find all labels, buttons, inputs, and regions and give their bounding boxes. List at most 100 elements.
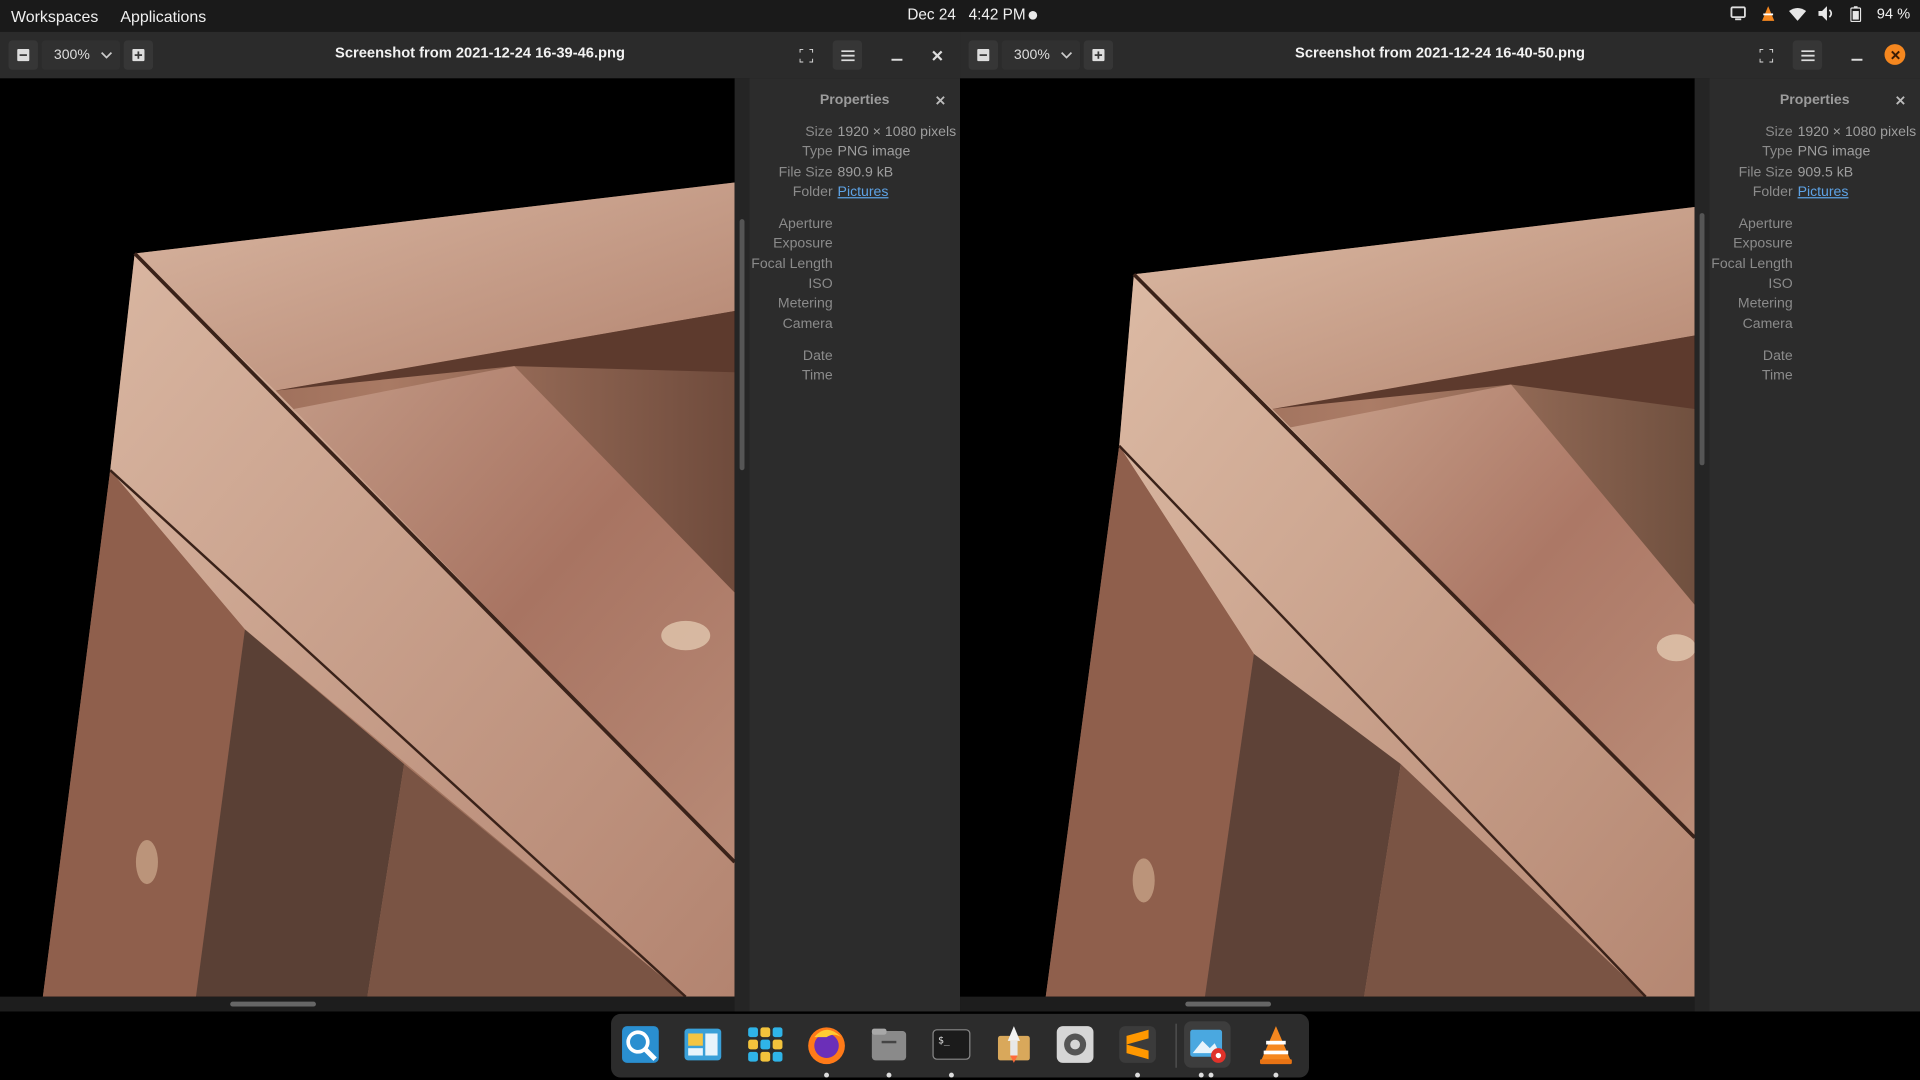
workspaces-menu[interactable]: Workspaces: [0, 7, 109, 25]
prop-file-size: File Size 909.5 kB: [1709, 165, 1920, 185]
fullscreen-icon: [1758, 48, 1773, 62]
sublime-icon[interactable]: [1114, 1021, 1161, 1078]
chevron-down-icon: [1061, 52, 1073, 59]
vertical-scrollbar[interactable]: [734, 78, 750, 1012]
screen-icon[interactable]: [1730, 5, 1747, 22]
running-indicator: [1273, 1072, 1279, 1078]
prop-type: Type PNG image: [1709, 144, 1920, 164]
dock-separator: [1175, 1023, 1177, 1068]
prop-aperture: Aperture: [1709, 217, 1920, 237]
minimize-icon: [1850, 58, 1862, 61]
prop-label: Size: [1765, 124, 1793, 140]
prop-label: File Size: [778, 165, 833, 181]
close-icon: [936, 96, 945, 105]
window-switcher-icon[interactable]: [680, 1021, 727, 1068]
scroll-thumb[interactable]: [1699, 213, 1705, 466]
prop-label: ISO: [808, 276, 833, 292]
prop-file-size: File Size 890.9 kB: [749, 165, 960, 185]
image-viewer-window-right: 300% Screenshot from 2021-12-24 16-40-50…: [960, 31, 1920, 1012]
zoom-in-button[interactable]: [123, 40, 154, 70]
fullscreen-button[interactable]: [1751, 40, 1780, 69]
minus-icon: [17, 48, 30, 62]
properties-panel: Properties Size 1920 × 1080 pixels Type PN…: [1694, 78, 1920, 1012]
prop-label: Date: [1762, 348, 1793, 364]
prop-focal-length: Focal Length: [749, 257, 960, 277]
folder-link[interactable]: Pictures: [838, 185, 889, 200]
folder-link[interactable]: Pictures: [1798, 185, 1849, 200]
crate-image: [0, 78, 735, 997]
scroll-thumb[interactable]: [230, 1001, 316, 1007]
prop-size: Size 1920 × 1080 pixels: [1709, 125, 1920, 145]
clock[interactable]: Dec 24 4:42 PM: [907, 6, 1025, 23]
scroll-thumb[interactable]: [1185, 1001, 1272, 1007]
minimize-button[interactable]: [882, 40, 911, 69]
hamburger-icon: [1800, 49, 1815, 61]
zoom-out-button[interactable]: [8, 40, 38, 70]
header-bar: 300% Screenshot from 2021-12-24 16-39-46…: [0, 31, 961, 80]
close-icon: [1896, 96, 1905, 105]
zoom-out-button[interactable]: [968, 40, 998, 70]
close-icon: [1890, 50, 1900, 59]
prop-label: Size: [805, 124, 833, 140]
prop-label: ISO: [1768, 276, 1793, 292]
running-indicator: [948, 1072, 954, 1078]
chevron-down-icon: [101, 52, 113, 59]
zoom-select[interactable]: 300%: [1001, 40, 1081, 70]
menu-button[interactable]: [1792, 40, 1823, 70]
minimize-button[interactable]: [1842, 40, 1871, 69]
properties-close-button[interactable]: [1896, 92, 1906, 109]
close-button[interactable]: [922, 40, 951, 69]
prop-metering: Metering: [749, 296, 960, 316]
volume-icon[interactable]: [1817, 5, 1835, 22]
close-icon: [931, 50, 942, 61]
image-viewer-icon[interactable]: [1184, 1021, 1231, 1078]
prop-camera: Camera: [1709, 317, 1920, 337]
prop-iso: ISO: [749, 277, 960, 297]
scroll-thumb[interactable]: [739, 219, 745, 471]
image-viewer-window-left: 300% Screenshot from 2021-12-24 16-39-46…: [0, 31, 961, 1012]
battery-percent: 94 %: [1876, 4, 1911, 23]
prop-size: Size 1920 × 1080 pixels: [749, 125, 960, 145]
image-canvas[interactable]: [0, 78, 735, 997]
vlc-tray-icon[interactable]: [1759, 5, 1776, 22]
prop-value: PNG image: [1797, 144, 1871, 160]
running-indicator: [1135, 1072, 1141, 1078]
search-app-icon[interactable]: [617, 1021, 664, 1068]
dock: $_: [611, 1013, 1309, 1078]
prop-label: Folder: [1752, 184, 1793, 200]
prop-aperture: Aperture: [749, 217, 960, 237]
files-icon[interactable]: [866, 1021, 913, 1078]
prop-camera: Camera: [749, 317, 960, 337]
terminal-icon[interactable]: $_: [928, 1021, 975, 1078]
zoom-select[interactable]: 300%: [41, 40, 121, 70]
image-canvas[interactable]: [960, 78, 1695, 997]
running-indicator: [824, 1072, 829, 1078]
prop-value: 1920 × 1080 pixels: [1797, 124, 1917, 140]
app-grid-icon[interactable]: [742, 1021, 789, 1068]
vertical-scrollbar[interactable]: [1694, 78, 1710, 1012]
prop-label: Time: [801, 368, 833, 384]
prop-label: File Size: [1738, 165, 1793, 181]
horizontal-scrollbar[interactable]: [0, 996, 735, 1012]
settings-icon[interactable]: [1052, 1021, 1099, 1068]
horizontal-scrollbar[interactable]: [960, 996, 1695, 1012]
system-tray[interactable]: 94 %: [1730, 5, 1910, 22]
prop-exposure: Exposure: [749, 236, 960, 256]
wifi-icon[interactable]: [1788, 5, 1806, 22]
vlc-icon[interactable]: [1253, 1021, 1300, 1078]
prop-focal-length: Focal Length: [1709, 257, 1920, 277]
zoom-in-button[interactable]: [1083, 40, 1114, 70]
prop-type: Type PNG image: [749, 144, 960, 164]
battery-icon[interactable]: [1847, 5, 1864, 22]
applications-menu[interactable]: Applications: [109, 7, 217, 25]
properties-close-button[interactable]: [936, 92, 946, 109]
prop-folder: Folder Pictures: [1709, 185, 1920, 205]
rocket-app-icon[interactable]: [991, 1021, 1038, 1068]
prop-label: Aperture: [1738, 216, 1793, 232]
fullscreen-button[interactable]: [791, 40, 820, 69]
plus-icon: [132, 48, 145, 62]
firefox-icon[interactable]: [803, 1021, 850, 1078]
menu-button[interactable]: [832, 40, 863, 70]
close-button[interactable]: [1884, 44, 1906, 65]
prop-date: Date: [1709, 349, 1920, 369]
